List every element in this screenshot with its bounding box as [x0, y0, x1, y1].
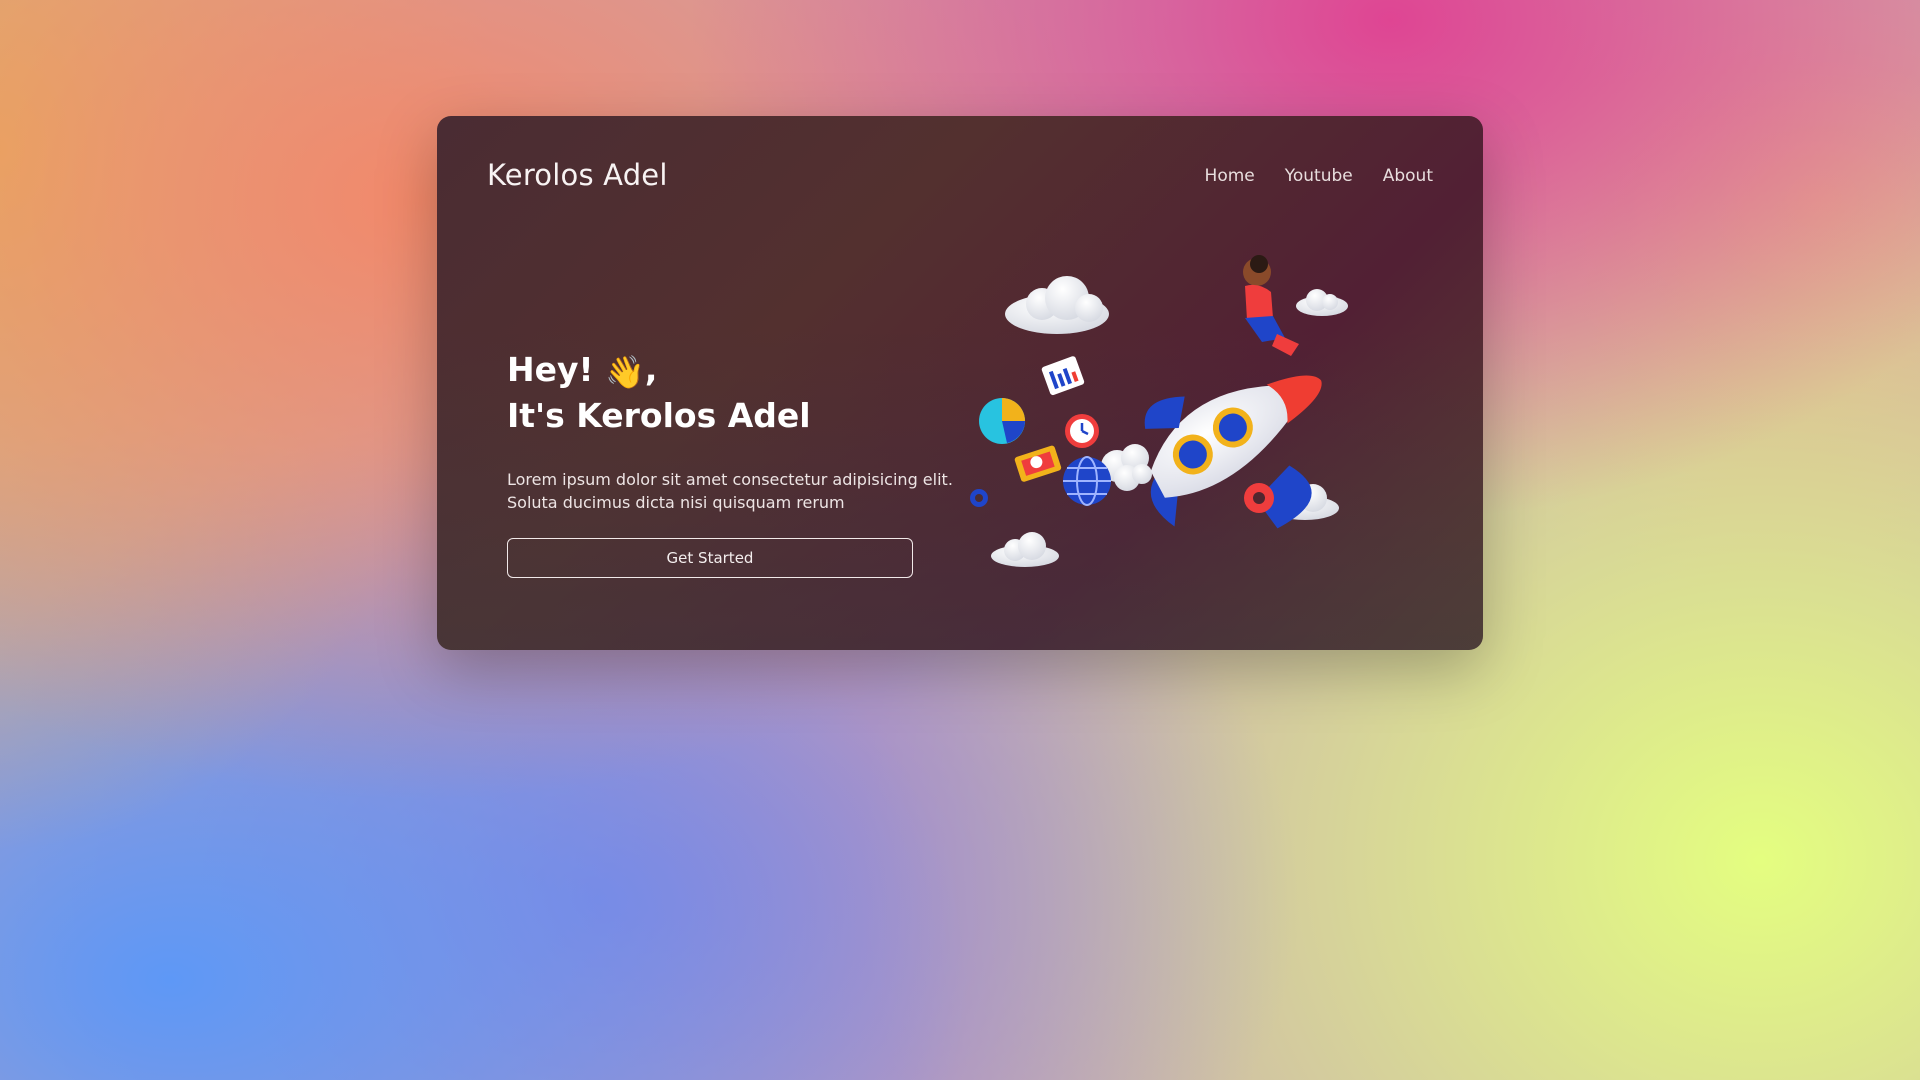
- clock-icon: [1065, 414, 1099, 448]
- greeting-suffix: ,: [644, 350, 658, 389]
- gear-icon: [1244, 483, 1274, 513]
- hero-title: Hey! 👋, It's Kerolos Adel: [507, 348, 927, 438]
- waving-hand-icon: 👋: [605, 353, 645, 391]
- pie-chart-icon: [979, 398, 1025, 444]
- gear-icon: [970, 489, 988, 507]
- get-started-button[interactable]: Get Started: [507, 538, 913, 578]
- map-icon: [1014, 445, 1062, 482]
- nav-about[interactable]: About: [1383, 166, 1433, 186]
- hero-description: Lorem ipsum dolor sit amet consectetur a…: [507, 468, 953, 514]
- rocket-illustration: [970, 255, 1348, 567]
- document-chart-icon: [1041, 356, 1085, 396]
- rocket-icon: [1144, 375, 1322, 529]
- hero-text: Hey! 👋, It's Kerolos Adel Lorem ipsum do…: [507, 348, 953, 578]
- nav-youtube[interactable]: Youtube: [1285, 166, 1353, 186]
- nav-home[interactable]: Home: [1205, 166, 1255, 186]
- cloud-icon: [1005, 276, 1109, 334]
- main-nav: Home Youtube About: [1205, 166, 1433, 186]
- description-line-1: Lorem ipsum dolor sit amet consectetur a…: [507, 470, 953, 489]
- person-icon: [1243, 255, 1299, 356]
- description-line-2: Soluta ducimus dicta nisi quisquam rerum: [507, 493, 845, 512]
- cloud-icon: [991, 532, 1059, 567]
- hero-name: It's Kerolos Adel: [507, 396, 811, 435]
- brand-logo[interactable]: Kerolos Adel: [487, 158, 668, 192]
- globe-icon: [1063, 456, 1111, 506]
- greeting: Hey!: [507, 350, 594, 389]
- hero-card: Kerolos Adel Home Youtube About Hey! 👋, …: [437, 116, 1483, 650]
- cloud-icon: [1296, 289, 1348, 316]
